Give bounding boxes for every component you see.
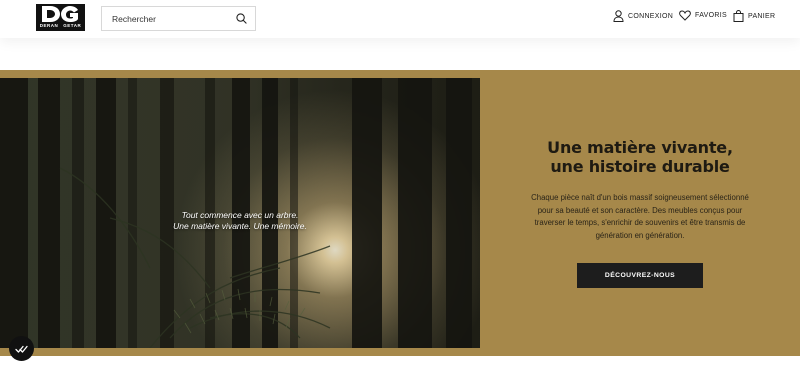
- hero-caption: Tout commence avec un arbre. Une matière…: [120, 210, 360, 232]
- nav-panier-label: PANIER: [748, 12, 776, 20]
- header-spacer: [0, 38, 800, 70]
- forest-hero-image: Tout commence avec un arbre. Une matière…: [0, 78, 480, 348]
- nav-favoris-label: FAVORIS: [695, 12, 727, 19]
- bottom-strip: [0, 356, 800, 366]
- nav-connexion[interactable]: CONNEXION: [613, 10, 673, 22]
- shopping-bag-icon: [733, 10, 744, 22]
- hero-section: Tout commence avec un arbre. Une matière…: [0, 70, 800, 356]
- search-icon[interactable]: [235, 13, 247, 25]
- heart-icon: [679, 10, 691, 21]
- nav-favoris[interactable]: FAVORIS: [679, 10, 727, 21]
- hero-caption-line-1: Tout commence avec un arbre.: [181, 210, 299, 220]
- logo-word-1: DERAN: [38, 23, 60, 28]
- hero-caption-line-2: Une matière vivante. Une mémoire.: [173, 221, 307, 231]
- hero-title: Une matière vivante, une histoire durabl…: [480, 138, 800, 176]
- hero-title-line-2: une histoire durable: [550, 157, 730, 176]
- user-icon: [613, 10, 624, 22]
- hero-text-panel: Une matière vivante, une histoire durabl…: [480, 70, 800, 356]
- hero-title-line-1: Une matière vivante,: [547, 138, 733, 157]
- hero-description: Chaque pièce naît d'un bois massif soign…: [531, 193, 749, 240]
- trust-badge[interactable]: [9, 336, 34, 361]
- nav-panier[interactable]: PANIER: [733, 10, 775, 22]
- search-box: [101, 6, 256, 31]
- brand-logo[interactable]: DERAN GETAR: [36, 4, 85, 31]
- logo-word-2: GETAR: [62, 23, 83, 28]
- logo-mark-icon: [36, 4, 85, 24]
- double-check-icon: [15, 345, 28, 353]
- site-header: DERAN GETAR CONNEXION FAVORIS PANIER: [0, 0, 800, 38]
- search-input[interactable]: [112, 13, 235, 24]
- nav-connexion-label: CONNEXION: [628, 12, 674, 20]
- logo-wordmark: DERAN GETAR: [38, 23, 83, 28]
- discover-us-button[interactable]: DÉCOUVREZ-NOUS: [577, 263, 703, 288]
